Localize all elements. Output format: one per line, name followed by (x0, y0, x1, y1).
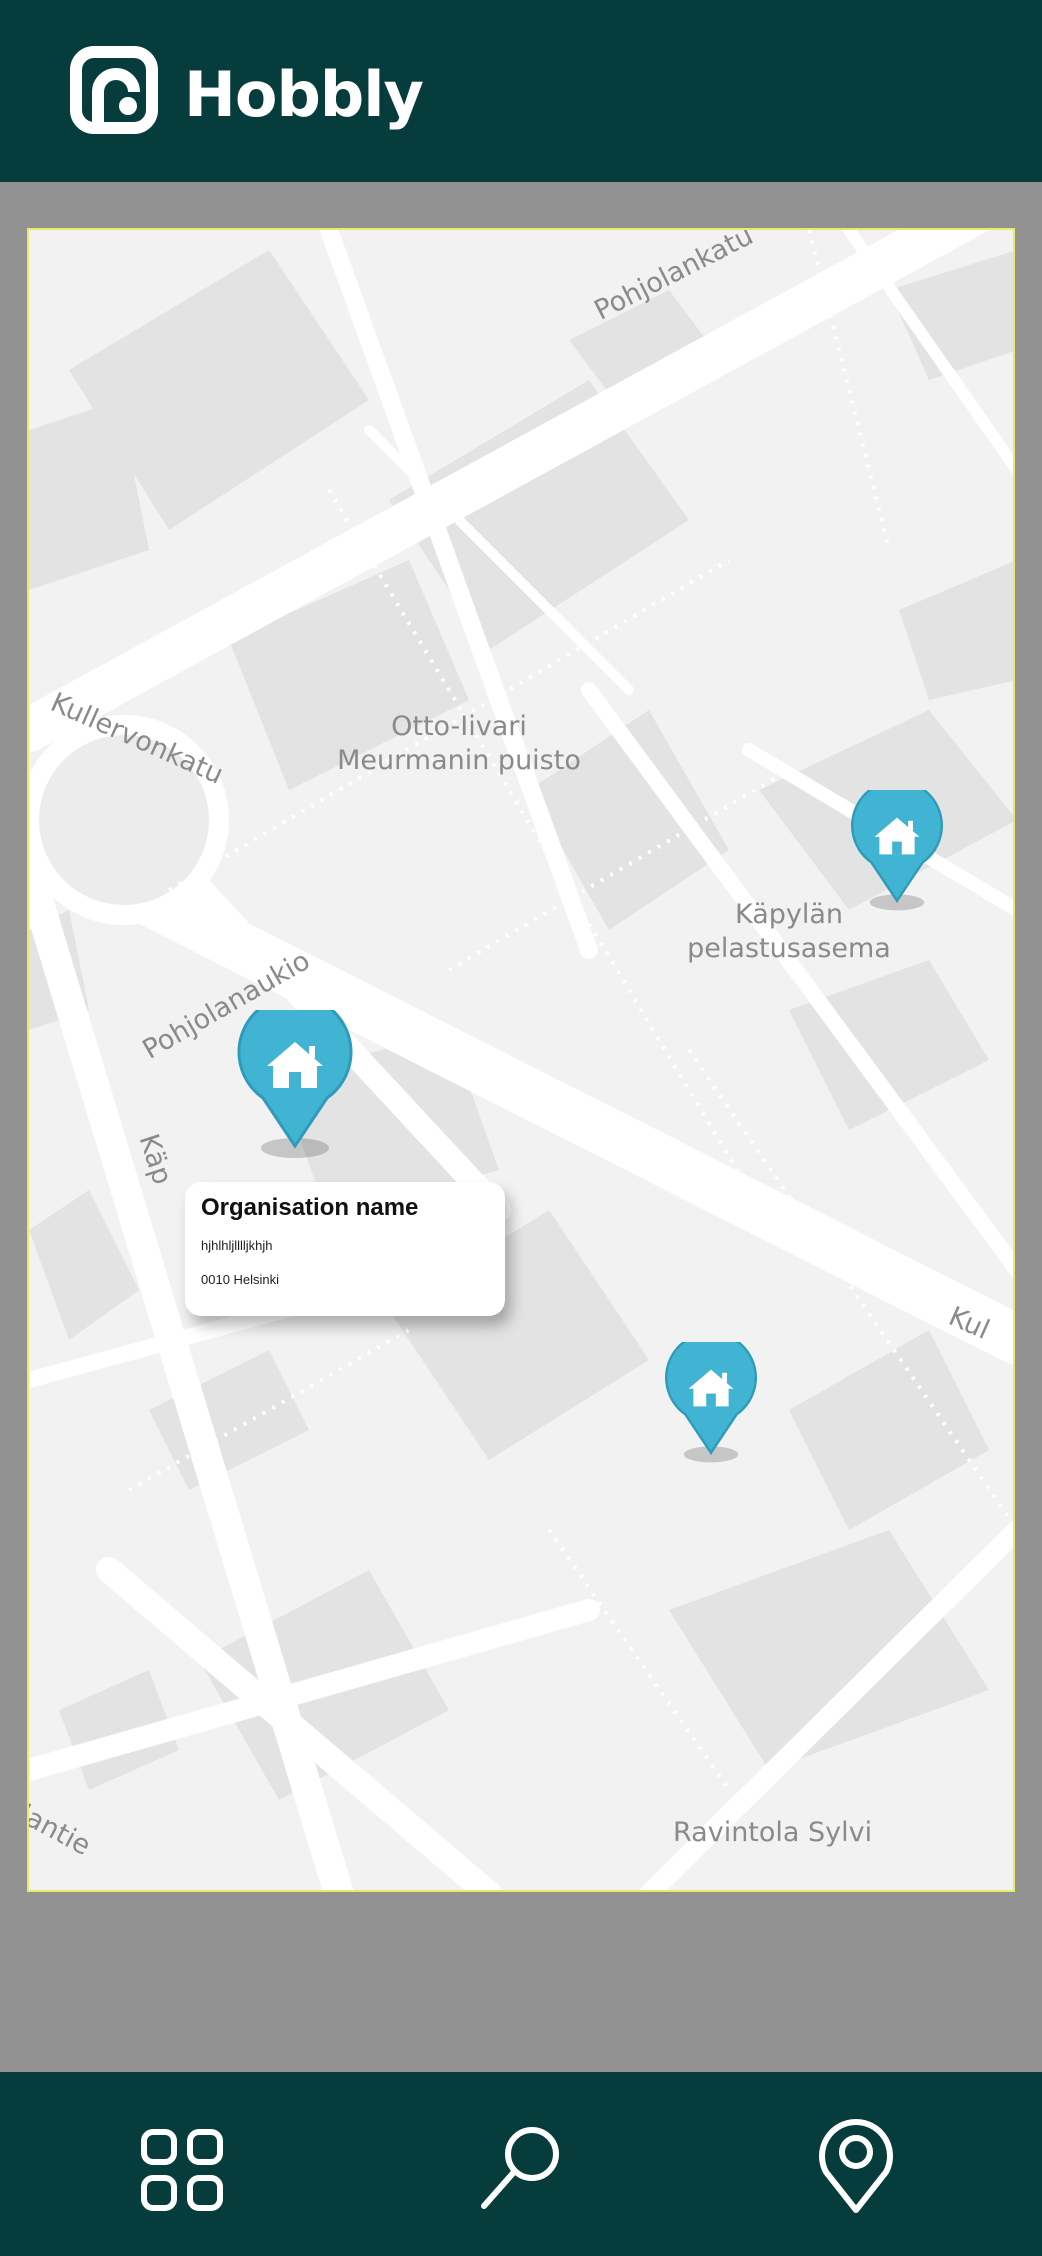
map-view[interactable]: Pohjolankatu Kullervonkatu Pohjolanaukio… (27, 228, 1015, 1892)
grid-icon[interactable] (132, 2120, 232, 2220)
organisation-name: Organisation name (201, 1194, 419, 1221)
app-title: Hobbly (184, 58, 424, 131)
bottom-navigation (0, 2072, 1042, 2256)
marker-home[interactable] (663, 1342, 759, 1466)
organisation-info-popup[interactable]: Organisation name hjhlhljlllljkhjh 0010 … (185, 1182, 505, 1316)
place-label: Ravintola Sylvi (673, 1817, 873, 1848)
app-header: Hobbly (0, 0, 1042, 182)
search-icon[interactable] (472, 2118, 572, 2218)
place-label: Otto-Iivari Meurmanin puisto (337, 711, 581, 776)
hobbly-logo-icon (70, 46, 158, 134)
map-tiles (29, 230, 1013, 1890)
location-pin-icon[interactable] (806, 2116, 906, 2216)
marker-home[interactable] (235, 1010, 355, 1160)
organisation-city: 0010 Helsinki (201, 1272, 280, 1287)
marker-home[interactable] (849, 790, 945, 914)
organisation-address-line: hjhlhljlllljkhjh (201, 1238, 273, 1253)
